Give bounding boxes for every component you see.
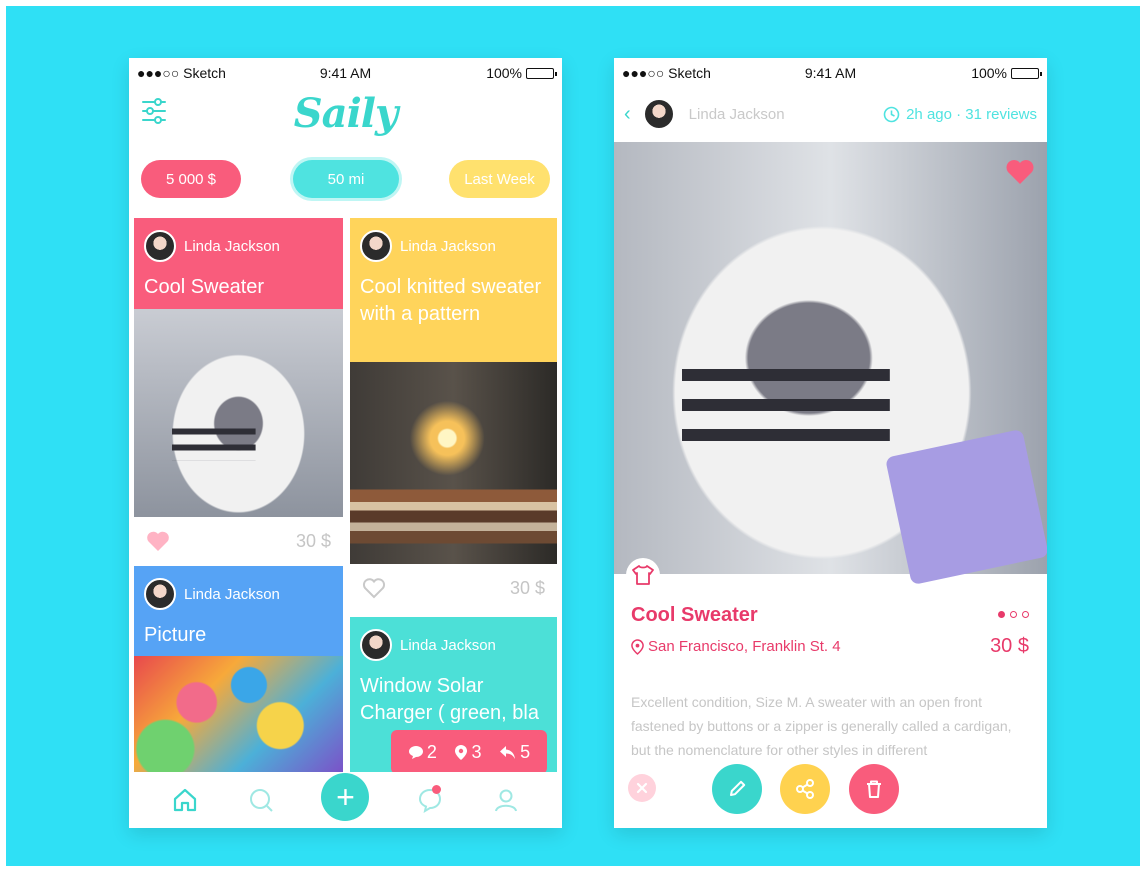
locations-count: 3 — [471, 741, 482, 762]
category-badge — [626, 558, 660, 592]
card-price: 30 $ — [509, 577, 545, 598]
detail-screen: ●●●○○ Sketch 9:41 AM 100% ‹ Linda Jackso… — [614, 58, 1047, 828]
comments-count: 2 — [426, 741, 437, 762]
heart-filled-icon[interactable] — [146, 530, 170, 552]
card-title: Picture — [144, 624, 207, 646]
card-title: Cool knitted sweater with a pattern — [360, 276, 542, 325]
reply-icon — [500, 745, 516, 759]
action-bar — [614, 764, 1047, 814]
tab-profile[interactable] — [490, 784, 522, 816]
dismiss-button[interactable] — [628, 774, 656, 802]
card-header: Linda Jackson Cool knitted sweater with … — [350, 218, 557, 362]
tab-search[interactable] — [245, 784, 277, 816]
page-dot[interactable] — [998, 611, 1005, 618]
product-card[interactable]: Linda Jackson Picture — [134, 566, 343, 772]
battery-icon — [526, 67, 557, 79]
battery-status: 100% — [971, 65, 1042, 81]
filter-chip-distance[interactable]: 50 mi — [293, 160, 399, 198]
card-image — [134, 656, 343, 772]
card-author: Linda Jackson — [400, 237, 496, 255]
filter-chip-period[interactable]: Last Week — [449, 160, 550, 198]
back-chevron-icon[interactable]: ‹ — [624, 103, 631, 126]
card-author: Linda Jackson — [400, 636, 496, 654]
post-meta: 2h ago · 31 reviews — [883, 106, 1037, 123]
card-author: Linda Jackson — [184, 585, 280, 603]
search-icon — [250, 789, 273, 812]
home-icon — [173, 788, 197, 812]
card-header: Linda Jackson Cool Sweater — [134, 218, 343, 309]
location-text: San Francisco, Franklin St. 4 — [648, 638, 841, 655]
card-footer: 30 $ — [350, 564, 557, 612]
notification-dot — [431, 785, 441, 794]
pencil-icon — [730, 780, 746, 796]
avatar — [144, 578, 176, 610]
card-title: Window Solar Charger ( green, bla — [360, 675, 539, 724]
avatar — [360, 230, 392, 262]
location-pin-icon — [455, 744, 468, 760]
page-dot[interactable] — [1010, 611, 1017, 618]
battery-status: 100% — [486, 65, 557, 81]
tshirt-icon — [632, 565, 654, 585]
heart-filled-icon[interactable] — [1005, 158, 1035, 186]
app-logo: Saily — [293, 90, 398, 137]
share-button[interactable] — [780, 764, 830, 814]
avatar — [360, 629, 392, 661]
avatar — [144, 230, 176, 262]
product-location[interactable]: San Francisco, Franklin St. 4 — [631, 638, 841, 655]
product-card[interactable]: Linda Jackson Cool Sweater 30 $ — [134, 218, 343, 565]
card-title: Cool Sweater — [144, 276, 265, 298]
post-meta-text: 2h ago · 31 reviews — [906, 105, 1037, 123]
share-icon — [796, 779, 814, 799]
product-title: Cool Sweater — [631, 604, 758, 626]
battery-percent: 100% — [971, 65, 1007, 81]
heart-outline-icon[interactable] — [362, 577, 386, 599]
product-card[interactable]: Linda Jackson Cool knitted sweater with … — [350, 218, 557, 612]
status-bar: ●●●○○ Sketch 9:41 AM 100% — [614, 58, 1047, 86]
background-canvas: ●●●○○ Sketch 9:41 AM 100% Saily 5 000 $ … — [6, 6, 1140, 866]
tab-messages[interactable] — [414, 784, 446, 816]
card-author: Linda Jackson — [184, 237, 280, 255]
clock-icon — [883, 106, 900, 122]
add-item-button[interactable]: + — [321, 773, 370, 821]
trash-icon — [867, 780, 881, 798]
avatar[interactable] — [642, 98, 675, 130]
product-photo — [614, 142, 1047, 586]
product-description: Excellent condition, Size M. A sweater w… — [631, 694, 1012, 758]
card-image — [134, 309, 343, 517]
card-price: 30 $ — [295, 530, 331, 551]
detail-header: ‹ Linda Jackson 2h ago · 31 reviews — [614, 90, 1047, 138]
tab-home[interactable] — [169, 784, 201, 816]
page-dot[interactable] — [1022, 611, 1029, 618]
feed-screen: ●●●○○ Sketch 9:41 AM 100% Saily 5 000 $ … — [129, 58, 562, 828]
card-header: Linda Jackson Picture — [134, 566, 343, 656]
user-icon — [494, 789, 517, 812]
shares-count: 5 — [520, 741, 531, 762]
tab-bar: + — [129, 772, 562, 828]
card-image — [350, 362, 557, 568]
comment-icon — [408, 745, 423, 759]
detail-author: Linda Jackson — [688, 105, 785, 123]
delete-button[interactable] — [849, 764, 899, 814]
filter-chip-price[interactable]: 5 000 $ — [141, 160, 241, 198]
image-pagination[interactable] — [998, 611, 1029, 618]
card-stats-pill[interactable]: 2 3 5 — [391, 730, 547, 774]
bag-shape — [885, 428, 1047, 586]
product-price: 30 $ — [990, 635, 1029, 657]
battery-percent: 100% — [486, 65, 522, 81]
status-bar: ●●●○○ Sketch 9:41 AM 100% — [129, 58, 562, 86]
card-footer: 30 $ — [134, 517, 343, 565]
edit-button[interactable] — [712, 764, 762, 814]
location-pin-icon — [631, 638, 644, 655]
close-icon — [636, 782, 648, 794]
battery-icon — [1011, 67, 1042, 79]
